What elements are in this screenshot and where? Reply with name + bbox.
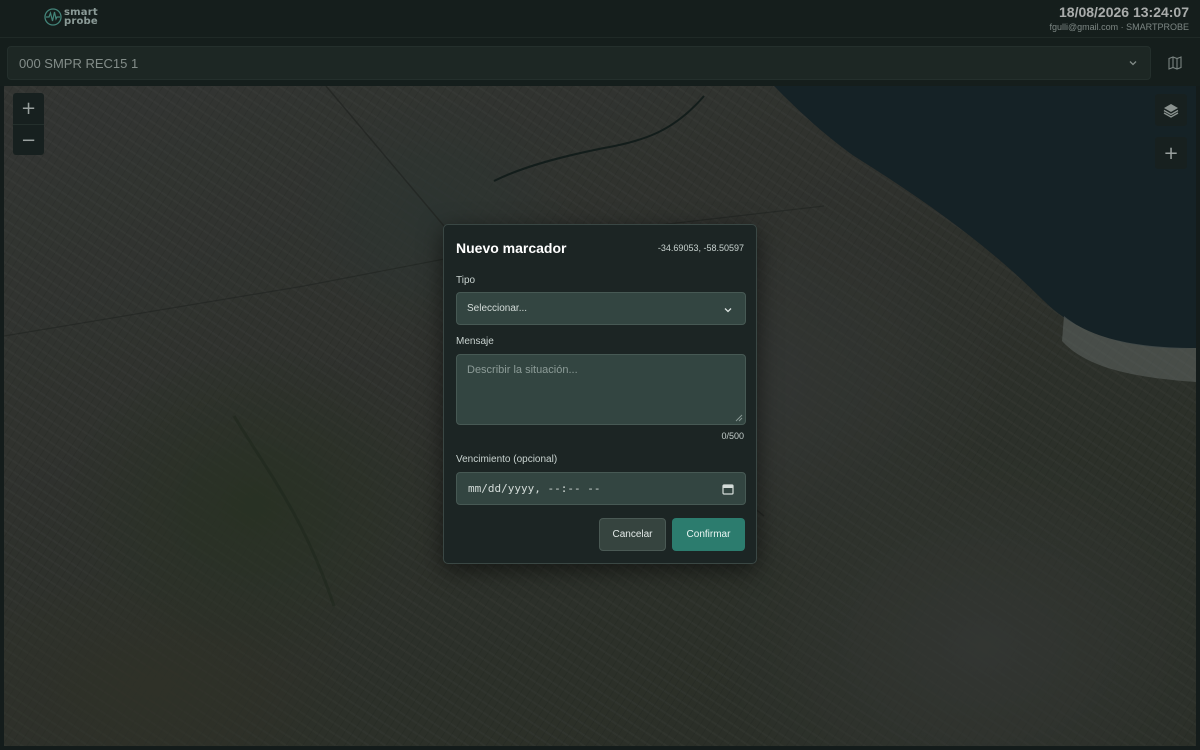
resize-handle-icon[interactable]	[735, 414, 743, 422]
expiry-datetime-input[interactable]: mm/dd/yyyy, --:-- --	[456, 472, 746, 505]
confirm-button[interactable]: Confirmar	[672, 518, 745, 551]
marker-coordinates: -34.69053, -58.50597	[657, 243, 744, 253]
expiry-datetime-value: mm/dd/yyyy, --:-- --	[468, 482, 601, 495]
dialog-title: Nuevo marcador	[456, 240, 567, 256]
calendar-icon[interactable]	[722, 483, 734, 495]
message-label: Mensaje	[456, 336, 494, 347]
type-label: Tipo	[456, 275, 476, 286]
char-counter: 0/500	[721, 431, 744, 441]
type-select[interactable]: Seleccionar...	[456, 292, 746, 325]
message-textarea[interactable]: Describir la situación...	[456, 354, 746, 425]
chevron-down-icon	[724, 308, 732, 313]
new-marker-dialog: Nuevo marcador -34.69053, -58.50597 Tipo…	[443, 224, 757, 564]
type-select-value: Seleccionar...	[467, 303, 528, 314]
message-placeholder: Describir la situación...	[467, 364, 578, 376]
expiry-label: Vencimiento (opcional)	[456, 454, 558, 465]
cancel-button[interactable]: Cancelar	[599, 518, 666, 551]
